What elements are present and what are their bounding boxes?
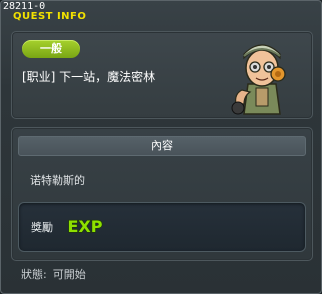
exp-icon: EXP (67, 216, 103, 236)
content-section-header: 內容 (18, 136, 306, 156)
quest-content-panel: 內容 诺特勒斯的 獎勵 EXP (11, 127, 313, 261)
quest-header-panel: 一般 [职业] 下一站，魔法密林 (11, 31, 313, 119)
quest-name: [职业] 下一站，魔法密林 (22, 70, 156, 84)
window-title: QUEST INFO (13, 11, 87, 22)
svg-text:EXP: EXP (68, 217, 103, 236)
status-value: 可開始 (52, 268, 86, 281)
reward-box: 獎勵 EXP (18, 202, 306, 252)
quest-info-window: 28211-0 QUEST INFO 一般 [职业] 下一站，魔法密林 內容 诺… (0, 0, 322, 294)
status-label: 狀態: (21, 268, 47, 281)
quest-description: 诺特勒斯的 (30, 174, 85, 187)
quest-category-badge: 一般 (22, 40, 80, 58)
quest-status: 狀態: 可開始 (21, 266, 86, 282)
npc-portrait-icon (231, 44, 286, 115)
reward-label: 獎勵 (31, 221, 53, 234)
